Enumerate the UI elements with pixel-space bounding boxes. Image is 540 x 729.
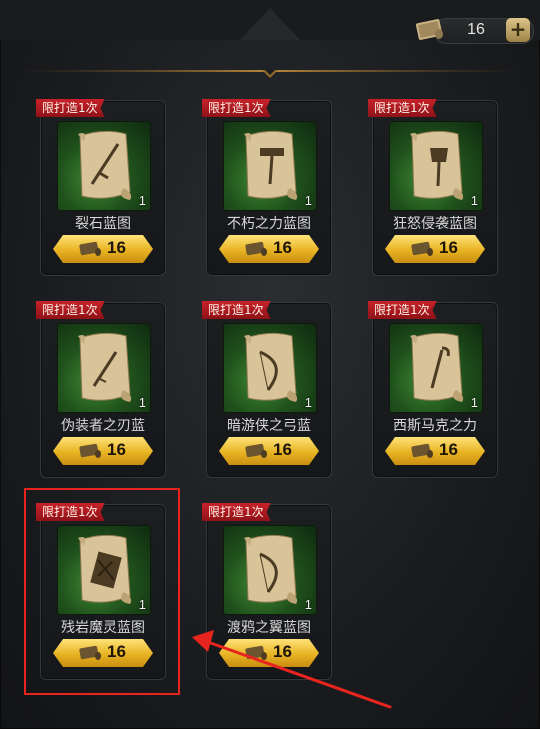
blueprint-scroll-icon	[79, 241, 101, 256]
blueprint-scroll-icon	[245, 241, 267, 256]
blueprint-scroll-icon	[411, 241, 433, 256]
limit-tag: 限打造1次	[202, 99, 271, 117]
blueprint-card[interactable]: 限打造1次 1 暗游侠之弓蓝 16	[202, 301, 332, 478]
blueprint-name: 西斯马克之力	[393, 418, 477, 434]
blueprint-thumbnail: 1	[389, 121, 483, 211]
blueprint-scroll-icon	[245, 645, 267, 660]
item-quantity: 1	[304, 597, 312, 612]
blueprint-card[interactable]: 限打造1次 1 裂石蓝图 16	[36, 99, 166, 276]
blueprint-currency: 16 +	[412, 12, 534, 46]
limit-tag: 限打造1次	[36, 99, 105, 117]
blueprint-name: 暗游侠之弓蓝	[227, 418, 311, 434]
limit-tag: 限打造1次	[368, 301, 437, 319]
item-quantity: 1	[304, 395, 312, 410]
blueprint-thumbnail: 1	[57, 323, 151, 413]
currency-count: 16	[467, 21, 485, 38]
cost-value: 16	[107, 440, 126, 459]
blueprint-name: 不朽之力蓝图	[227, 216, 311, 232]
item-quantity: 1	[470, 395, 478, 410]
cost-value: 16	[273, 440, 292, 459]
craft-cost-button[interactable]: 16	[219, 639, 319, 667]
cost-value: 16	[439, 238, 458, 257]
item-quantity: 1	[304, 193, 312, 208]
limit-tag: 限打造1次	[202, 301, 271, 319]
blueprint-thumbnail: 1	[57, 121, 151, 211]
cost-value: 16	[273, 642, 292, 661]
item-quantity: 1	[138, 193, 146, 208]
item-quantity: 1	[138, 395, 146, 410]
blueprint-card[interactable]: 限打造1次 1 西斯马克之力 16	[368, 301, 498, 478]
limit-tag: 限打造1次	[36, 503, 105, 521]
cost-value: 16	[439, 440, 458, 459]
craft-cost-button[interactable]: 16	[385, 437, 485, 465]
blueprint-scroll-icon	[411, 443, 433, 458]
limit-tag: 限打造1次	[368, 99, 437, 117]
blueprint-thumbnail: 1	[223, 323, 317, 413]
blueprint-card[interactable]: 限打造1次 1 渡鸦之翼蓝图 16	[202, 503, 332, 680]
blueprint-scroll-icon	[415, 19, 443, 40]
blueprint-name: 狂怒侵袭蓝图	[393, 216, 477, 232]
cost-value: 16	[107, 238, 126, 257]
blueprint-name: 渡鸦之翼蓝图	[227, 620, 311, 636]
blueprint-scroll-icon	[79, 443, 101, 458]
craft-cost-button[interactable]: 16	[219, 437, 319, 465]
blueprint-thumbnail: 1	[223, 525, 317, 615]
item-quantity: 1	[470, 193, 478, 208]
blueprint-thumbnail: 1	[223, 121, 317, 211]
limit-tag: 限打造1次	[36, 301, 105, 319]
craft-cost-button[interactable]: 16	[53, 437, 153, 465]
add-currency-button[interactable]: +	[506, 18, 530, 42]
blueprint-scroll-icon	[245, 443, 267, 458]
header-divider	[18, 70, 522, 78]
craft-cost-button[interactable]: 16	[53, 235, 153, 263]
craft-cost-button[interactable]: 16	[385, 235, 485, 263]
blueprint-card[interactable]: 限打造1次 1 狂怒侵袭蓝图 16	[368, 99, 498, 276]
limit-tag: 限打造1次	[202, 503, 271, 521]
cost-value: 16	[273, 238, 292, 257]
blueprint-name: 裂石蓝图	[75, 216, 131, 232]
blueprint-name: 伪装者之刃蓝	[61, 418, 145, 434]
blueprint-thumbnail: 1	[389, 323, 483, 413]
blueprint-card[interactable]: 限打造1次 1 不朽之力蓝图 16	[202, 99, 332, 276]
blueprint-card[interactable]: 限打造1次 1 伪装者之刃蓝 16	[36, 301, 166, 478]
craft-cost-button[interactable]: 16	[219, 235, 319, 263]
